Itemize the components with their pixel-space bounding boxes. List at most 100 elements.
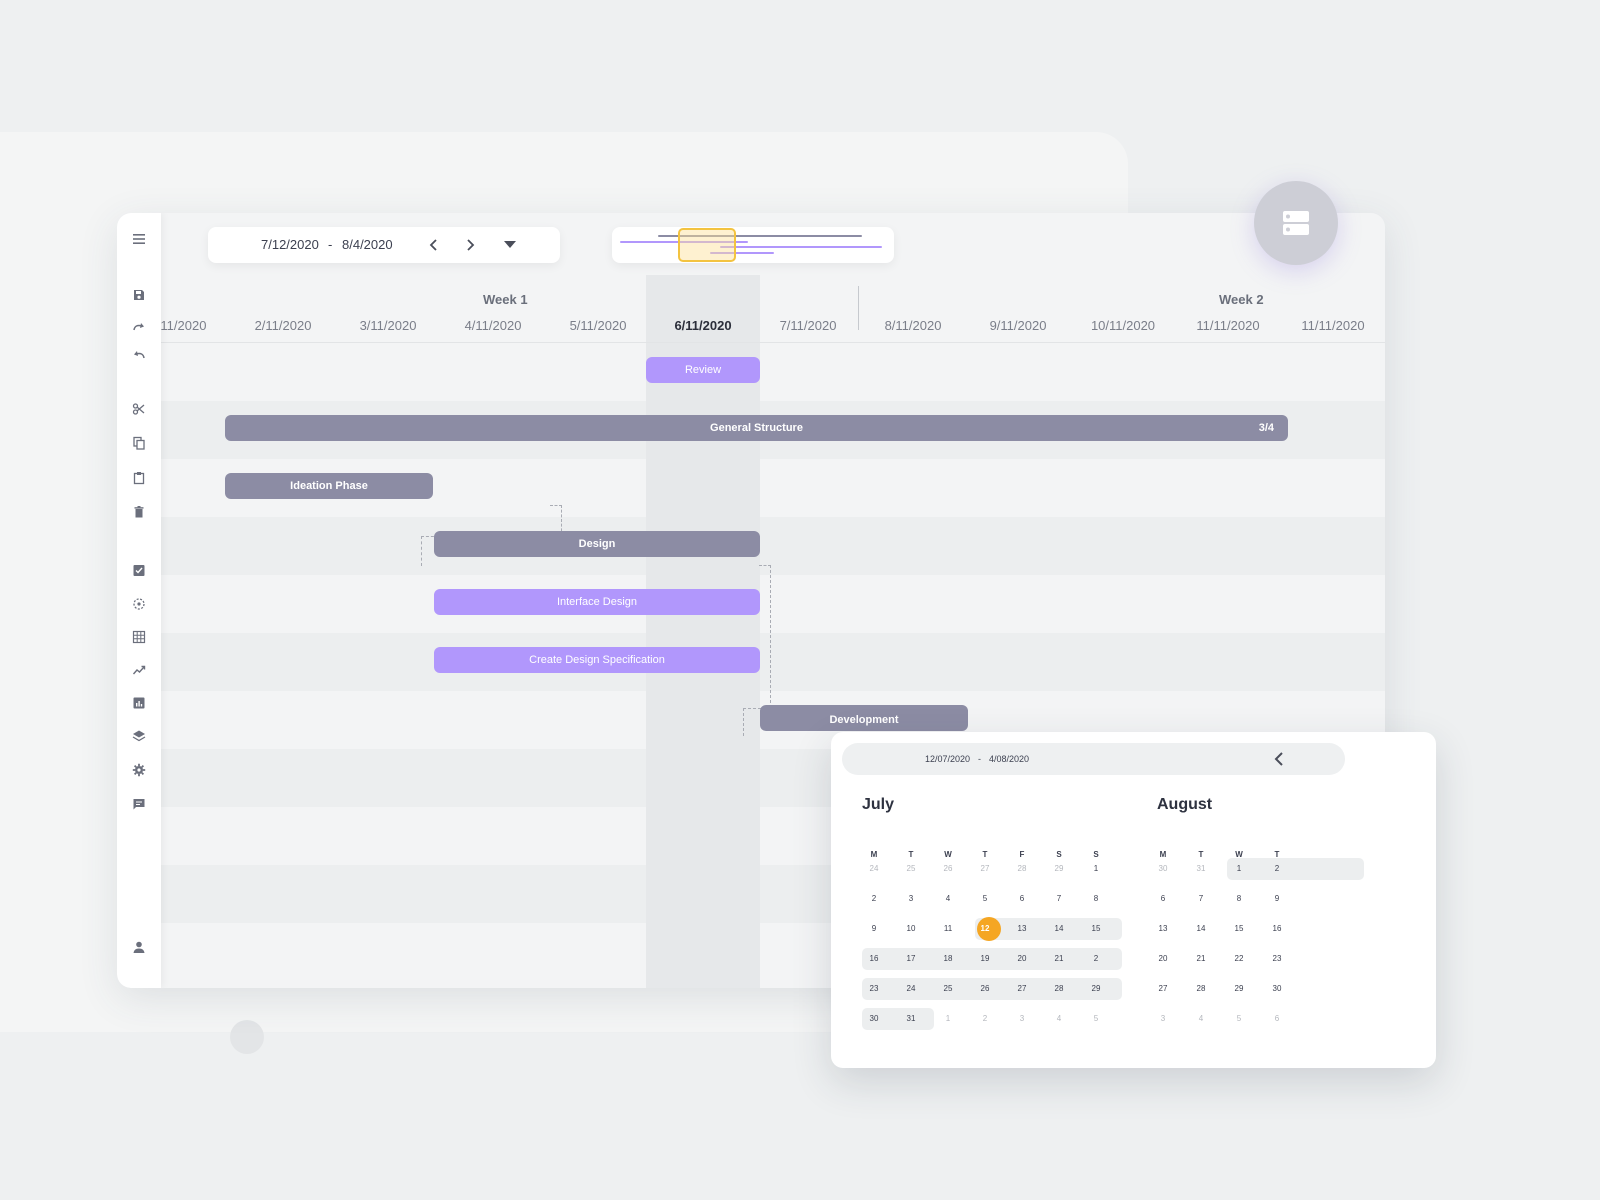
caret-down-icon[interactable] (500, 235, 520, 255)
calendar-day[interactable]: 2 (1081, 954, 1111, 963)
calendar-day[interactable]: 1 (1224, 864, 1254, 873)
calendar-day[interactable]: 16 (859, 954, 889, 963)
calendar-day[interactable]: 7 (1044, 894, 1074, 903)
calendar-day[interactable]: 2 (970, 1014, 1000, 1023)
calendar-day[interactable]: 11 (933, 924, 963, 933)
calendar-day[interactable]: 17 (896, 954, 926, 963)
task-bar-create-design-specification[interactable]: Create Design Specification (434, 647, 760, 673)
calendar-day[interactable]: 6 (1148, 894, 1178, 903)
calendar-day[interactable]: 3 (1148, 1014, 1178, 1023)
calendar-day[interactable]: 31 (1186, 864, 1216, 873)
calendar-day[interactable]: 12 (970, 924, 1000, 933)
copy-icon[interactable] (129, 433, 149, 453)
calendar-day[interactable]: 5 (1081, 1014, 1111, 1023)
calendar-day[interactable]: 14 (1186, 924, 1216, 933)
calendar-day[interactable]: 28 (1007, 864, 1037, 873)
calendar-day[interactable]: 13 (1007, 924, 1037, 933)
task-bar-general-structure[interactable]: General Structure 3/4 (225, 415, 1288, 441)
calendar-day[interactable]: 6 (1007, 894, 1037, 903)
calendar-day[interactable]: 24 (896, 984, 926, 993)
calendar-day[interactable]: 9 (859, 924, 889, 933)
calendar-day[interactable]: 4 (1044, 1014, 1074, 1023)
comment-icon[interactable] (129, 794, 149, 814)
calendar-day[interactable]: 8 (1081, 894, 1111, 903)
chevron-right-icon[interactable] (460, 235, 480, 255)
task-bar-ideation-phase[interactable]: Ideation Phase (225, 473, 433, 499)
user-icon[interactable] (129, 937, 149, 957)
calendar-day[interactable]: 2 (1262, 864, 1292, 873)
timeline-icon[interactable] (129, 594, 149, 614)
calendar-day[interactable]: 5 (970, 894, 1000, 903)
calendar-day[interactable]: 29 (1081, 984, 1111, 993)
calendar-range-field[interactable]: 12/07/2020 - 4/08/2020 (842, 743, 1345, 775)
cut-icon[interactable] (129, 399, 149, 419)
calendar-day[interactable]: 8 (1224, 894, 1254, 903)
calendar-day[interactable]: 2 (859, 894, 889, 903)
view-toggle-button[interactable] (1254, 181, 1338, 265)
delete-icon[interactable] (129, 502, 149, 522)
date-range-picker[interactable]: 7/12/2020 - 8/4/2020 (208, 227, 560, 263)
menu-icon[interactable] (129, 229, 149, 249)
layers-icon[interactable] (129, 726, 149, 746)
calendar-day[interactable]: 7 (1186, 894, 1216, 903)
calendar-day[interactable]: 30 (1262, 984, 1292, 993)
calendar-day[interactable]: 13 (1148, 924, 1178, 933)
calendar-day[interactable]: 23 (1262, 954, 1292, 963)
grid-icon[interactable] (129, 627, 149, 647)
timeline-minimap[interactable] (612, 227, 894, 263)
calendar-day[interactable]: 29 (1224, 984, 1254, 993)
calendar-day[interactable]: 27 (1148, 984, 1178, 993)
task-bar-interface-design[interactable]: Interface Design (434, 589, 760, 615)
calendar-day[interactable]: 31 (896, 1014, 926, 1023)
calendar-day[interactable]: 20 (1007, 954, 1037, 963)
calendar-day[interactable]: 26 (933, 864, 963, 873)
minimap-viewport-handle[interactable] (678, 228, 736, 262)
calendar-day[interactable]: 3 (1007, 1014, 1037, 1023)
calendar-day[interactable]: 27 (1007, 984, 1037, 993)
task-bar-development[interactable]: Development (760, 705, 968, 731)
calendar-day[interactable]: 1 (1081, 864, 1111, 873)
calendar-day[interactable]: 15 (1081, 924, 1111, 933)
calendar-day[interactable]: 29 (1044, 864, 1074, 873)
task-bar-review[interactable]: Review (646, 357, 760, 383)
calendar-day[interactable]: 10 (896, 924, 926, 933)
calendar-day[interactable]: 4 (1186, 1014, 1216, 1023)
calendar-day[interactable]: 28 (1044, 984, 1074, 993)
calendar-day[interactable]: 23 (859, 984, 889, 993)
calendar-day[interactable]: 20 (1148, 954, 1178, 963)
calendar-day[interactable]: 24 (859, 864, 889, 873)
calendar-day[interactable]: 27 (970, 864, 1000, 873)
calendar-day[interactable]: 6 (1262, 1014, 1292, 1023)
calendar-day[interactable]: 18 (933, 954, 963, 963)
calendar-day[interactable]: 16 (1262, 924, 1292, 933)
date-column-header: 10/11/2020 (1090, 318, 1156, 333)
redo-icon[interactable] (129, 317, 149, 337)
chart-icon[interactable] (129, 693, 149, 713)
calendar-day[interactable]: 25 (896, 864, 926, 873)
calendar-day[interactable]: 22 (1224, 954, 1254, 963)
undo-icon[interactable] (129, 345, 149, 365)
save-icon[interactable] (129, 285, 149, 305)
chevron-left-icon[interactable] (424, 235, 444, 255)
task-bar-design[interactable]: Design (434, 531, 760, 557)
calendar-day[interactable]: 5 (1224, 1014, 1254, 1023)
calendar-day[interactable]: 4 (933, 894, 963, 903)
calendar-day[interactable]: 21 (1044, 954, 1074, 963)
calendar-day[interactable]: 25 (933, 984, 963, 993)
calendar-day[interactable]: 14 (1044, 924, 1074, 933)
calendar-day[interactable]: 19 (970, 954, 1000, 963)
calendar-day[interactable]: 9 (1262, 894, 1292, 903)
calendar-day[interactable]: 28 (1186, 984, 1216, 993)
trend-icon[interactable] (129, 660, 149, 680)
calendar-day[interactable]: 21 (1186, 954, 1216, 963)
settings-icon[interactable] (129, 760, 149, 780)
calendar-day[interactable]: 30 (859, 1014, 889, 1023)
calendar-day[interactable]: 30 (1148, 864, 1178, 873)
chevron-left-icon[interactable] (1274, 752, 1288, 766)
calendar-day[interactable]: 1 (933, 1014, 963, 1023)
paste-icon[interactable] (129, 468, 149, 488)
calendar-day[interactable]: 26 (970, 984, 1000, 993)
calendar-day[interactable]: 3 (896, 894, 926, 903)
calendar-day[interactable]: 15 (1224, 924, 1254, 933)
task-check-icon[interactable] (129, 560, 149, 580)
